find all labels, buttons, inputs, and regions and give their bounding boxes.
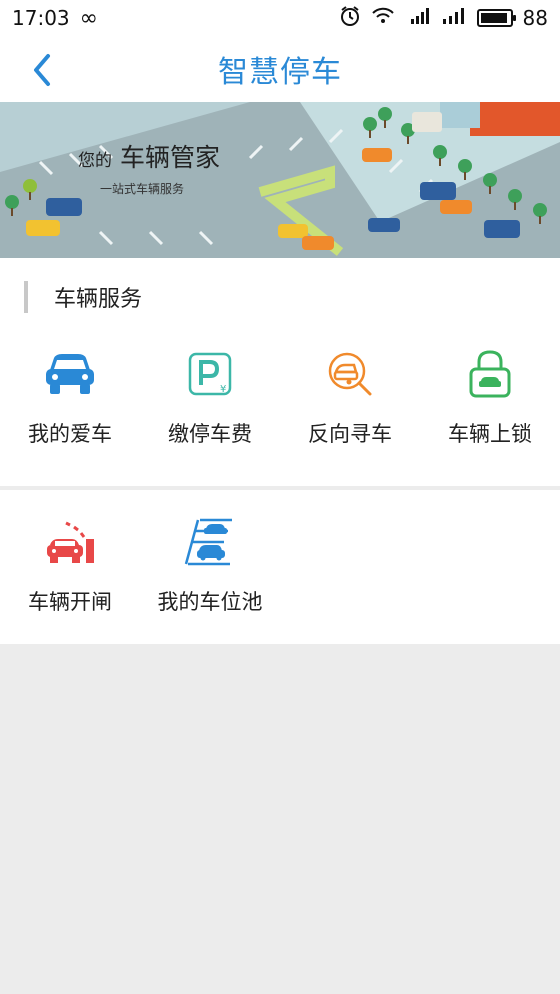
banner-subtitle: 一站式车辆服务 bbox=[100, 182, 185, 196]
service-my-car[interactable]: 我的爱车 bbox=[0, 346, 140, 466]
service-label: 我的车位池 bbox=[157, 590, 263, 614]
service-parking-pool[interactable]: 我的车位池 bbox=[140, 514, 280, 624]
service-lock-car[interactable]: 车辆上锁 bbox=[420, 346, 560, 466]
find-car-icon bbox=[322, 346, 378, 402]
battery-icon bbox=[476, 9, 516, 27]
battery-level: 88 bbox=[522, 6, 548, 30]
signal-icon bbox=[441, 6, 467, 31]
banner-text: 您的 车辆管家 一站式车辆服务 bbox=[78, 138, 220, 197]
parking-pool-icon bbox=[182, 514, 238, 570]
vehicle-services-section: 车辆服务 我的爱车 ¥ 缴停车费 反向寻车 车辆上锁 bbox=[0, 258, 560, 486]
section-marker bbox=[24, 281, 28, 313]
service-label: 缴停车费 bbox=[168, 422, 252, 446]
svg-text:¥: ¥ bbox=[220, 384, 226, 395]
services-row-1: 我的爱车 ¥ 缴停车费 反向寻车 车辆上锁 bbox=[0, 346, 560, 466]
signal-4g-icon bbox=[405, 6, 431, 31]
car-icon bbox=[42, 346, 98, 402]
page-title: 智慧停车 bbox=[218, 55, 342, 90]
car-lock-icon bbox=[462, 346, 518, 402]
banner-title-prefix: 您的 bbox=[78, 151, 112, 171]
status-bar: 17:03 ∞ 88 bbox=[0, 0, 560, 36]
gate-icon bbox=[42, 514, 98, 570]
infinity-icon: ∞ bbox=[79, 5, 98, 31]
banner[interactable]: 您的 车辆管家 一站式车辆服务 bbox=[0, 102, 560, 258]
service-label: 车辆开闸 bbox=[28, 590, 112, 614]
services-row-2-card: 车辆开闸 我的车位池 bbox=[0, 490, 560, 644]
banner-title: 车辆管家 bbox=[120, 143, 221, 172]
service-open-gate[interactable]: 车辆开闸 bbox=[0, 514, 140, 624]
section-header: 车辆服务 bbox=[24, 280, 142, 314]
status-time: 17:03 bbox=[12, 6, 70, 30]
app-header: 智慧停车 bbox=[0, 36, 560, 102]
services-row-2: 车辆开闸 我的车位池 bbox=[0, 514, 560, 624]
wifi-icon bbox=[371, 6, 395, 31]
service-pay-parking[interactable]: ¥ 缴停车费 bbox=[140, 346, 280, 466]
service-find-car[interactable]: 反向寻车 bbox=[280, 346, 420, 466]
service-label: 车辆上锁 bbox=[448, 422, 532, 446]
service-label: 反向寻车 bbox=[308, 422, 392, 446]
parking-fee-icon: ¥ bbox=[182, 346, 238, 402]
section-title: 车辆服务 bbox=[54, 287, 143, 312]
chevron-left-icon bbox=[34, 54, 50, 86]
service-label: 我的爱车 bbox=[28, 422, 112, 446]
back-button[interactable] bbox=[20, 48, 64, 92]
alarm-icon bbox=[339, 5, 361, 32]
